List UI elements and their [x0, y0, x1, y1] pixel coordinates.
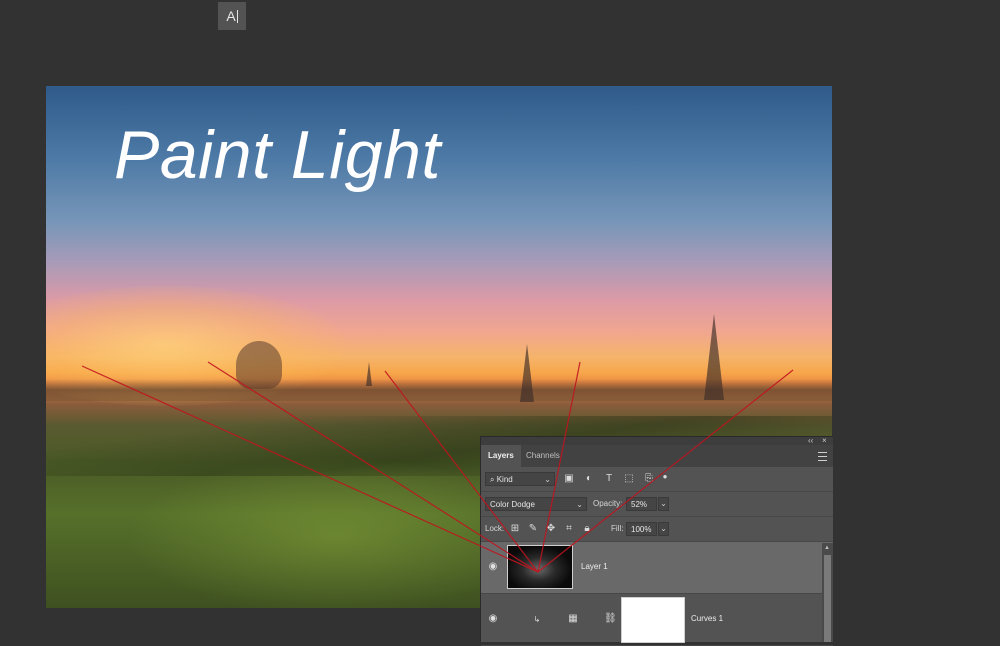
lock-pixels-brush-icon[interactable]: ✎: [527, 522, 539, 536]
eye-icon[interactable]: ◉: [487, 614, 499, 624]
text-cursor-icon: [236, 9, 238, 23]
curves-1-name: Curves 1: [691, 614, 724, 623]
shape-filter-icon[interactable]: ⬚: [623, 472, 635, 486]
pixel-filter-icon[interactable]: ▣: [563, 472, 575, 486]
lock-label: Lock:: [485, 524, 505, 533]
fill-label: Fill:: [611, 524, 624, 533]
collapse-icon[interactable]: ‹‹: [808, 436, 813, 445]
chevron-down-icon: ⌄: [544, 475, 551, 484]
curves-mask-thumbnail[interactable]: [621, 597, 685, 643]
pylon-right: [704, 314, 724, 400]
canvas-title: Paint Light: [114, 117, 441, 193]
fill-field[interactable]: 100%: [626, 522, 657, 536]
filter-row: ⌕ Kind ⌄ ▣ ◐ T ⬚ ⎘ ●: [481, 467, 833, 492]
layer-row-layer-1[interactable]: ◉ Layer 1: [481, 542, 833, 594]
clipping-arrow-icon: ↳: [533, 615, 541, 624]
opacity-label: Opacity:: [593, 499, 623, 508]
blend-row: Color Dodge ⌄ Opacity: 52% ⌄: [481, 492, 833, 517]
curves-adjustment-icon: ▦: [568, 613, 578, 624]
scroll-up-icon[interactable]: ▲: [824, 545, 830, 551]
fill-chevron-icon[interactable]: ⌄: [658, 522, 669, 536]
lock-row: Lock: ⊞ ✎ ✥ ⌗ 🔒︎ Fill: 100% ⌄: [481, 517, 833, 542]
layers-scrollbar[interactable]: ▲: [822, 543, 833, 642]
search-icon: ⌕: [490, 475, 495, 484]
close-icon[interactable]: ×: [822, 436, 827, 445]
scrollbar-thumb[interactable]: [824, 555, 831, 642]
type-tool-button[interactable]: A: [218, 2, 246, 30]
layer-1-name: Layer 1: [581, 562, 608, 571]
type-filter-icon[interactable]: T: [603, 472, 615, 486]
layer-row-curves-1[interactable]: ◉ ↳ ▦ ⛓ Curves 1: [481, 594, 833, 646]
link-icon[interactable]: ⛓: [604, 612, 617, 626]
tab-channels[interactable]: Channels: [519, 445, 567, 467]
panel-title-strip: ‹‹ ×: [481, 436, 833, 445]
filter-kind-select[interactable]: ⌕ Kind ⌄: [485, 472, 555, 486]
chevron-down-icon: ⌄: [576, 500, 583, 509]
smart-object-filter-icon[interactable]: ⎘: [643, 472, 655, 486]
tree-silhouette: [236, 341, 282, 389]
lock-position-icon[interactable]: ✥: [545, 522, 557, 536]
lock-transparent-icon[interactable]: ⊞: [509, 522, 521, 536]
pylon-small: [366, 362, 372, 386]
blend-mode-value: Color Dodge: [490, 500, 535, 509]
eye-icon[interactable]: ◉: [487, 562, 499, 572]
lock-artboard-icon[interactable]: ⌗: [563, 522, 575, 536]
panel-tabs: Layers Channels: [481, 445, 833, 467]
adjustment-filter-icon[interactable]: ◐: [583, 472, 595, 486]
opacity-chevron-icon[interactable]: ⌄: [658, 497, 669, 511]
opacity-field[interactable]: 52%: [626, 497, 657, 511]
lock-all-icon[interactable]: 🔒︎: [581, 522, 593, 536]
filter-kind-value: Kind: [496, 475, 513, 484]
tab-layers[interactable]: Layers: [481, 445, 521, 467]
filter-toggle-icon[interactable]: ●: [661, 470, 669, 484]
panel-menu-icon[interactable]: [818, 452, 827, 461]
blend-mode-select[interactable]: Color Dodge ⌄: [485, 497, 587, 511]
type-tool-label: A: [226, 8, 236, 24]
layers-panel: ‹‹ × Layers Channels ⌕ Kind ⌄ ▣ ◐ T ⬚ ⎘ …: [480, 436, 833, 646]
pylon-middle: [520, 344, 534, 402]
layer-1-thumbnail: [507, 545, 573, 589]
